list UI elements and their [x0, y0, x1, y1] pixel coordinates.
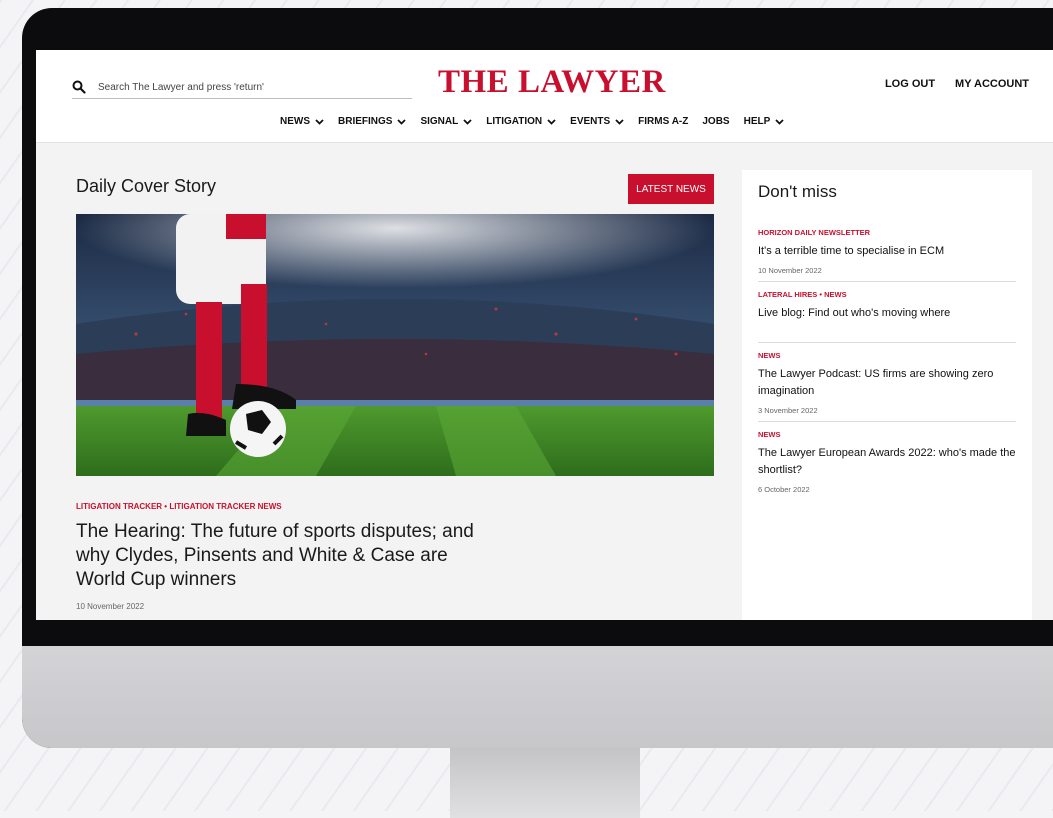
item-headline[interactable]: The Lawyer European Awards 2022: who's m… [758, 445, 1016, 479]
sidebar-list: HORIZON DAILY NEWSLETTER It's a terrible… [758, 228, 1016, 508]
item-tag[interactable]: HORIZON DAILY NEWSLETTER [758, 228, 1016, 237]
chevron-down-icon [463, 118, 472, 125]
chevron-down-icon [397, 118, 407, 125]
chevron-down-icon [615, 118, 624, 125]
item-date [758, 328, 1016, 336]
my-account-link[interactable]: MY ACCOUNT [955, 78, 1029, 90]
nav-item-news[interactable]: NEWS [280, 116, 324, 127]
item-date: 3 November 2022 [758, 406, 818, 415]
list-item[interactable]: NEWS The Lawyer European Awards 2022: wh… [758, 430, 1016, 500]
site-logo[interactable]: THE LAWYER [438, 64, 666, 101]
item-tag[interactable]: NEWS [758, 430, 1016, 439]
nav-label: SIGNAL [420, 116, 459, 127]
monitor-bezel-bottom [22, 620, 1053, 646]
search-input[interactable] [96, 80, 400, 94]
account-links: LOG OUT MY ACCOUNT [885, 78, 1029, 90]
list-item[interactable]: HORIZON DAILY NEWSLETTER It's a terrible… [758, 228, 1016, 282]
item-headline[interactable]: The Lawyer Podcast: US firms are showing… [758, 366, 1016, 400]
section-title: Daily Cover Story [76, 176, 217, 196]
nav-label: FIRMS A-Z [638, 116, 689, 127]
chevron-down-icon [315, 118, 324, 125]
nav-item-events[interactable]: EVENTS [570, 116, 624, 127]
item-tag[interactable]: LATERAL HIRES • NEWS [758, 290, 1016, 299]
search-icon[interactable] [72, 80, 86, 94]
nav-item-jobs[interactable]: JOBS [702, 116, 729, 127]
nav-item-briefings[interactable]: BRIEFINGS [338, 116, 407, 127]
item-tag[interactable]: NEWS [758, 351, 1016, 360]
nav-item-signal[interactable]: SIGNAL [420, 116, 472, 127]
nav-label: EVENTS [570, 116, 611, 127]
dont-miss-sidebar: Don't miss HORIZON DAILY NEWSLETTER It's… [742, 170, 1032, 620]
story-date: 10 November 2022 [76, 602, 145, 611]
nav-label: BRIEFINGS [338, 116, 393, 127]
story-headline[interactable]: The Hearing: The future of sports disput… [76, 520, 496, 592]
nav-label: LITIGATION [486, 116, 543, 127]
nav-item-help[interactable]: HELP [744, 116, 785, 127]
item-headline[interactable]: It's a terrible time to specialise in EC… [758, 243, 1016, 260]
main-nav: NEWS BRIEFINGS SIGNAL LITIGATION EVENTS … [280, 116, 784, 127]
item-date: 6 October 2022 [758, 485, 810, 494]
nav-item-litigation[interactable]: LITIGATION [486, 116, 556, 127]
chevron-down-icon [775, 118, 784, 125]
chevron-down-icon [547, 118, 556, 125]
monitor-stand [450, 748, 640, 818]
list-item[interactable]: NEWS The Lawyer Podcast: US firms are sh… [758, 351, 1016, 422]
website-screen: THE LAWYER LOG OUT MY ACCOUNT NEWS BRIEF… [36, 50, 1053, 620]
sidebar-title: Don't miss [758, 182, 837, 201]
item-headline[interactable]: Live blog: Find out who's moving where [758, 305, 1016, 322]
search-bar[interactable] [72, 76, 412, 99]
nav-label: JOBS [702, 116, 730, 127]
site-header: THE LAWYER LOG OUT MY ACCOUNT NEWS BRIEF… [36, 50, 1053, 143]
nav-item-firms-a-z[interactable]: FIRMS A-Z [638, 116, 688, 127]
log-out-link[interactable]: LOG OUT [885, 78, 935, 90]
item-date: 10 November 2022 [758, 266, 822, 275]
story-category-tags[interactable]: LITIGATION TRACKER • LITIGATION TRACKER … [76, 502, 282, 511]
nav-label: HELP [743, 116, 771, 127]
list-item[interactable]: LATERAL HIRES • NEWS Live blog: Find out… [758, 290, 1016, 343]
latest-news-button[interactable]: LATEST NEWS [628, 174, 714, 204]
nav-label: NEWS [280, 116, 310, 127]
hero-image-football-stadium[interactable] [76, 214, 714, 476]
